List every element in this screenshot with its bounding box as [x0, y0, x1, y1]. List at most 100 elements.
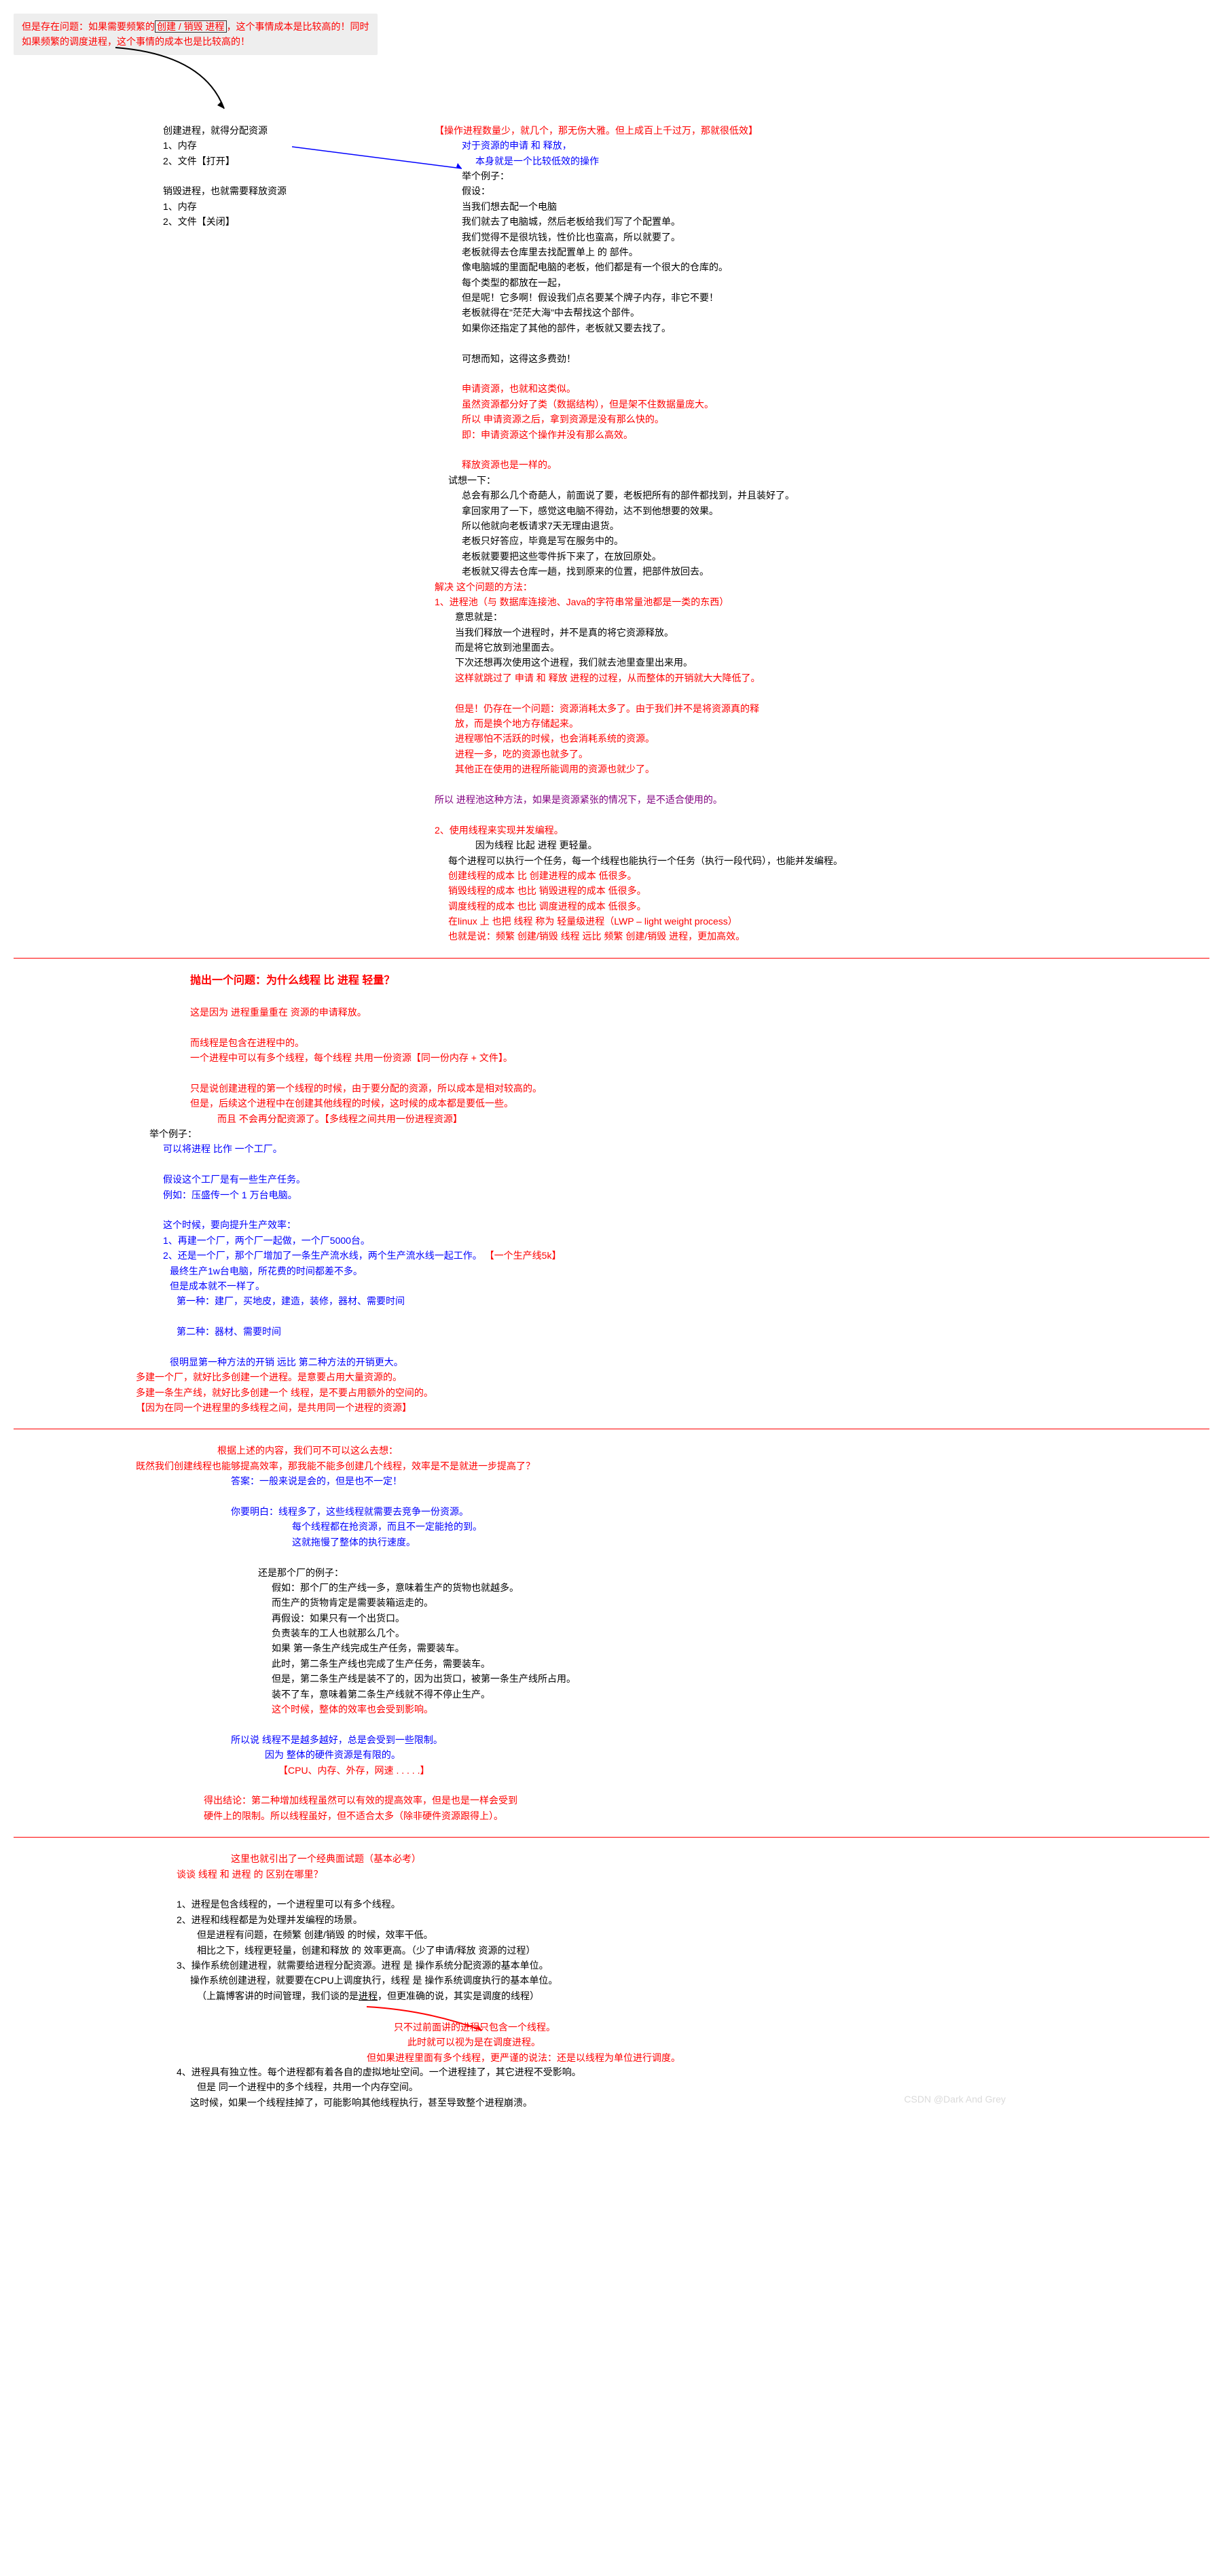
- q2-so1: 所以说 线程不是越多越好，总是会受到一些限制。: [231, 1732, 1209, 1747]
- ex11: 可想而知，这得这多费劲！: [462, 351, 1209, 366]
- q1-c3: 【因为在同一个进程里的多线程之间，是共用同一个进程的资源】: [136, 1400, 1209, 1415]
- q1-c1: 多建一个厂，就好比多创建一个进程。是意要占用大量资源的。: [136, 1370, 1209, 1384]
- q3-p3-1: 操作系统创建进程，就要要在CPU上调度执行，线程 是 操作系统调度执行的基本单位…: [190, 1973, 1209, 1988]
- q3-arrow1: 只不过前面讲的进程只包含一个线程。: [394, 2020, 1209, 2035]
- q2-ex2: 而生产的货物肯定是需要装箱运走的。: [272, 1595, 1209, 1610]
- q2-t2: 既然我们创建线程也能够提高效率，那我能不能多创建几个线程，效率是不是就进一步提高…: [136, 1459, 1209, 1473]
- q3-p2-2: 相比之下，线程更轻量，创建和释放 的 效率更高。（少了申请/释放 资源的过程）: [197, 1943, 1209, 1958]
- solve2-3: 销毁线程的成本 也比 销毁进程的成本 低很多。: [448, 883, 1209, 898]
- think5: 老板就要要把这些零件拆下来了，在放回原处。: [462, 549, 1209, 564]
- q3-p4-1: 但是 同一个进程中的多个线程，共用一个内存空间。: [197, 2079, 1209, 2094]
- redb1-5: 释放资源也是一样的。: [462, 457, 1209, 472]
- note-text: 但是存在问题：如果需要频繁的: [22, 21, 155, 32]
- q2-ex3: 再假设：如果只有一个出货口。: [272, 1611, 1209, 1626]
- q1-ex5b-tag: 【一个生产线5k】: [485, 1250, 562, 1261]
- think-title: 试想一下：: [448, 473, 1209, 488]
- redb1-3: 所以 申请资源之后，拿到资源是没有那么快的。: [462, 412, 1209, 427]
- q1-ex4: 这个时候，要向提升生产效率：: [163, 1217, 1209, 1232]
- q1-p1: 这是因为 进程重量重在 资源的申请释放。: [190, 1005, 1209, 1020]
- solve1-3: 下次还想再次使用这个进程，我们就去池里查里出来用。: [455, 655, 1209, 670]
- q2-b3: 这就拖慢了整体的执行速度。: [292, 1535, 1209, 1550]
- q2-ex5: 如果 第一条生产线完成生产任务，需要装车。: [272, 1641, 1209, 1656]
- q1-ex1: 可以将进程 比作 一个工厂。: [163, 1141, 1209, 1156]
- solve2: 2、使用线程来实现并发编程。: [435, 823, 1209, 838]
- right-blue2: 本身就是一个比较低效的操作: [475, 154, 1209, 168]
- create-item2: 2、文件【打开】: [163, 154, 435, 168]
- q2-ex4: 负责装车的工人也就那么几个。: [272, 1626, 1209, 1641]
- ex2: 当我们想去配一个电脑: [462, 199, 1209, 214]
- create-title: 创建进程，就得分配资源: [163, 123, 435, 138]
- ex10: 如果你还指定了其他的部件，老板就又要去找了。: [462, 321, 1209, 336]
- solve2-4: 调度线程的成本 也比 调度进程的成本 低很多。: [448, 899, 1209, 914]
- q1-ex3: 例如：压盛传一个 1 万台电脑。: [163, 1187, 1209, 1202]
- solve-title: 解决 这个问题的方法：: [435, 579, 1209, 594]
- q3-p1: 1、进程是包含线程的，一个进程里可以有多个线程。: [177, 1897, 1209, 1912]
- q1-p5: 但是，后续这个进程中在创建其他线程的时候，这时候的成本都是要低一些。: [190, 1096, 1209, 1111]
- q1-ex9: 第二种：器材、需要时间: [177, 1324, 1209, 1339]
- destroy-item1: 1、内存: [163, 199, 435, 214]
- solve1-but2: 放，而是换个地方存储起来。: [455, 716, 1209, 731]
- note-boxed: 创建 / 销毁 进程: [155, 20, 227, 33]
- note-text-c: ，这个事情成本是比较高的！同时: [227, 21, 369, 32]
- q2-c2: 硬件上的限制。所以线程虽好，但不适合太多（除非硬件资源跟得上）。: [204, 1808, 1209, 1823]
- think4: 老板只好答应，毕竟是写在服务中的。: [462, 533, 1209, 548]
- ex8: 但是呢！它多啊！假设我们点名要某个牌子内存，非它不要！: [462, 290, 1209, 305]
- q1-ex7: 但是成本就不一样了。: [170, 1278, 1209, 1293]
- ex1: 假设：: [462, 183, 1209, 198]
- ex-title: 举个例子：: [462, 168, 1209, 183]
- solve2-2: 创建线程的成本 比 创建进程的成本 低很多。: [448, 868, 1209, 883]
- q3-p4-2: 这时候，如果一个线程挂掉了，可能影响其他线程执行，甚至导致整个进程崩溃。: [190, 2095, 1209, 2110]
- q2-ext: 还是那个厂的例子：: [258, 1565, 1209, 1580]
- q3-p3-2c: ，但更准确的说，其实是调度的线程）: [378, 1990, 539, 2001]
- q2-ex7: 但是，第二条生产线是装不了的，因为出货口，被第一条生产线所占用。: [272, 1671, 1209, 1686]
- solve1-2: 而是将它放到池里面去。: [455, 640, 1209, 655]
- right-low-eff: 【操作进程数量少，就几个，那无伤大雅。但上成百上千过万，那就很低效】: [435, 123, 1209, 138]
- q3-p4: 4、进程具有独立性。每个进程都有着各自的虚拟地址空间。一个进程挂了，其它进程不受…: [177, 2064, 1209, 2079]
- solve1-4: 这样就跳过了 申请 和 释放 进程的过程，从而整体的开销就大大降低了。: [455, 670, 1209, 685]
- divider3: [14, 1837, 1209, 1838]
- q3-p2-1: 但是进程有问题，在频繁 创建/销毁 的时候，效率干低。: [197, 1927, 1209, 1942]
- q2-ex6: 此时，第二条生产线也完成了生产任务，需要装车。: [272, 1656, 1209, 1671]
- q2-ex8: 装不了车，意味着第二条生产线就不得不停止生产。: [272, 1687, 1209, 1702]
- q1-ex10: 很明显第一种方法的开销 远比 第二种方法的开销更大。: [170, 1355, 1209, 1370]
- solve2-5: 在linux 上 也把 线程 称为 轻量级进程（LWP – light weig…: [448, 914, 1209, 929]
- q3-sub: 谈谈 线程 和 进程 的 区别在哪里？: [177, 1867, 1209, 1882]
- watermark: CSDN @Dark And Grey: [904, 2092, 1006, 2107]
- q1-ex5b: 2、还是一个厂，那个厂增加了一条生产流水线，两个生产流水线一起工作。: [163, 1250, 482, 1261]
- note-line2: 如果频繁的调度进程，这个事情的成本也是比较高的！: [22, 36, 250, 47]
- q3-p3-2b: 进程: [359, 1990, 378, 2001]
- solve1-but3: 进程哪怕不活跃的时候，也会消耗系统的资源。: [455, 731, 1209, 746]
- q3-title: 这里也就引出了一个经典面试题（基本必考）: [231, 1851, 1209, 1866]
- solve1-but4: 进程一多，吃的资源也就多了。: [455, 747, 1209, 762]
- q1-title: 抛出一个问题：为什么线程 比 进程 轻量？: [190, 972, 1209, 990]
- q1-ex2: 假设这个工厂是有一些生产任务。: [163, 1172, 1209, 1187]
- destroy-item2: 2、文件【关闭】: [163, 214, 435, 229]
- q2-so3: 【CPU、内存、外存，网速 . . . . .】: [278, 1763, 1209, 1778]
- q2-so2: 因为 整体的硬件资源是有限的。: [265, 1747, 1209, 1762]
- ex7: 每个类型的都放在一起，: [462, 275, 1209, 290]
- q1-ex-title: 举个例子：: [149, 1126, 1209, 1141]
- ex9: 老板就得在"茫茫大海"中去帮找这个部件。: [462, 305, 1209, 320]
- q2-ex1: 假如：那个厂的生产线一多，意味着生产的货物也就越多。: [272, 1580, 1209, 1595]
- destroy-title: 销毁进程，也就需要释放资源: [163, 183, 435, 198]
- q1-p2: 而线程是包含在进程中的。: [190, 1035, 1209, 1050]
- solve2-sub: 因为线程 比起 进程 更轻量。: [475, 838, 1209, 853]
- ex5: 老板就得去仓库里去找配置单上 的 部件。: [462, 245, 1209, 260]
- q2-b2: 每个线程都在抢资源，而且不一定能抢的到。: [292, 1519, 1209, 1534]
- q3-p3-2a: （上篇博客讲的时间管理，我们谈的是: [197, 1990, 359, 2001]
- divider: [14, 958, 1209, 959]
- q2-c1: 得出结论：第二种增加线程虽然可以有效的提高效率，但是也是一样会受到: [204, 1793, 1209, 1808]
- right-blue1: 对于资源的申请 和 释放，: [462, 138, 1209, 153]
- redb1-4: 即：申请资源这个操作并没有那么高效。: [462, 427, 1209, 442]
- q3-p3: 3、操作系统创建进程，就需要给进程分配资源。进程 是 操作系统分配资源的基本单位…: [177, 1958, 1209, 1973]
- ex6: 像电脑城的里面配电脑的老板，他们都是有一个很大的仓库的。: [462, 260, 1209, 274]
- q2-b1: 你要明白：线程多了，这些线程就需要去竞争一份资源。: [231, 1504, 1209, 1519]
- think2: 拿回家用了一下，感觉这电脑不得劲，达不到他想要的效果。: [462, 503, 1209, 518]
- redb1-2: 虽然资源都分好了类（数据结构），但是架不住数据量庞大。: [462, 397, 1209, 412]
- q3-p2: 2、进程和线程都是为处理并发编程的场景。: [177, 1912, 1209, 1927]
- redb1-1: 申请资源，也就和这类似。: [462, 381, 1209, 396]
- q2-t1: 根据上述的内容，我们可不可以这么去想：: [217, 1443, 1209, 1458]
- solve1-but5: 其他正在使用的进程所能调用的资源也就少了。: [455, 762, 1209, 776]
- solve1-meaning: 意思就是：: [455, 609, 1209, 624]
- solve1-conclude: 所以 进程池这种方法，如果是资源紧张的情况下，是不适合使用的。: [435, 792, 1209, 807]
